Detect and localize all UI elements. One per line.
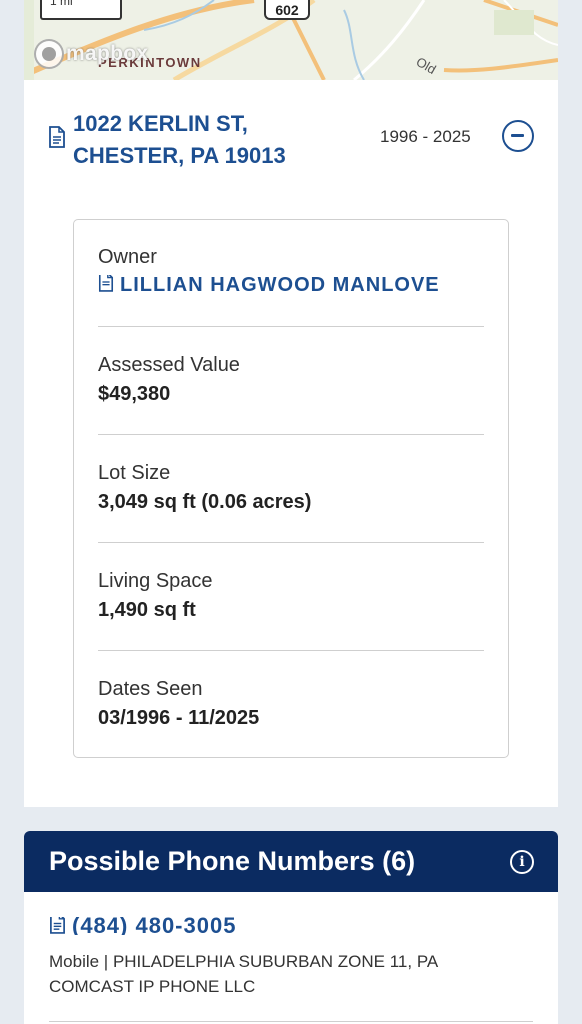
- detail-label: Lot Size: [98, 462, 171, 484]
- divider: [98, 434, 484, 435]
- phone-meta: Mobile | PHILADELPHIA SUBURBAN ZONE 11, …: [49, 949, 529, 999]
- document-icon: [98, 275, 114, 295]
- map-scale: 1 mi: [40, 0, 122, 20]
- detail-value: $49,380: [98, 383, 171, 405]
- mapbox-logo-icon: [34, 39, 64, 69]
- detail-label: Owner: [98, 246, 157, 268]
- detail-label: Living Space: [98, 570, 213, 592]
- living-space-detail: Living Space 1,490 sq ft: [98, 570, 484, 622]
- phone-type-location: Mobile | PHILADELPHIA SUBURBAN ZONE 11, …: [49, 952, 439, 971]
- map-scale-label: 1 mi: [50, 0, 73, 8]
- address-line-1: 1022 KERLIN ST,: [73, 111, 248, 136]
- detail-value: 3,049 sq ft (0.06 acres): [98, 491, 312, 513]
- phone-numbers-header: Possible Phone Numbers (6) i: [24, 831, 558, 892]
- owner-name: LILLIAN HAGWOOD MANLOVE: [120, 275, 440, 295]
- phone-numbers-card: Possible Phone Numbers (6) i (484) 480-3…: [24, 831, 558, 1024]
- divider: [98, 542, 484, 543]
- collapse-minus-icon[interactable]: [502, 120, 534, 152]
- assessed-value-detail: Assessed Value $49,380: [98, 354, 484, 406]
- mapbox-logo[interactable]: mapbox: [34, 38, 148, 70]
- phone-numbers-title: Possible Phone Numbers (6): [49, 846, 416, 876]
- document-icon: [48, 126, 66, 153]
- address-line-2: CHESTER, PA 19013: [73, 143, 286, 168]
- info-icon[interactable]: i: [510, 850, 534, 874]
- dates-seen-detail: Dates Seen 03/1996 - 11/2025: [98, 678, 484, 730]
- phone-number-link[interactable]: (484) 480-3005: [49, 917, 529, 935]
- page: 1 mi 602 PERKINTOWN Old mapbox 1022 KERL…: [0, 0, 582, 1024]
- mapbox-logo-text: mapbox: [66, 42, 149, 65]
- property-card: 1022 KERLIN ST, CHESTER, PA 19013 1996 -…: [24, 80, 558, 807]
- document-icon: [49, 917, 66, 935]
- property-details-box: Owner LILLIAN HAGWOOD MANLOVE Assessed V…: [73, 219, 509, 758]
- divider: [98, 650, 484, 651]
- divider: [98, 326, 484, 327]
- phone-list-item: (484) 480-3005 Mobile | PHILADELPHIA SUB…: [49, 917, 529, 999]
- route-shield: 602: [264, 0, 310, 20]
- property-map[interactable]: 1 mi 602 PERKINTOWN Old mapbox: [24, 0, 558, 80]
- owner-detail: Owner LILLIAN HAGWOOD MANLOVE: [98, 246, 484, 295]
- detail-value: 1,490 sq ft: [98, 599, 196, 621]
- property-address-link[interactable]: 1022 KERLIN ST, CHESTER, PA 19013: [73, 108, 353, 172]
- lot-size-detail: Lot Size 3,049 sq ft (0.06 acres): [98, 462, 484, 514]
- phone-number: (484) 480-3005: [72, 917, 237, 935]
- divider: [49, 1021, 533, 1022]
- detail-value: 03/1996 - 11/2025: [98, 707, 260, 729]
- phone-carrier: COMCAST IP PHONE LLC: [49, 977, 256, 996]
- detail-label: Dates Seen: [98, 678, 203, 700]
- owner-name-link[interactable]: LILLIAN HAGWOOD MANLOVE: [98, 275, 484, 295]
- year-range: 1996 - 2025: [380, 127, 471, 146]
- detail-label: Assessed Value: [98, 354, 240, 376]
